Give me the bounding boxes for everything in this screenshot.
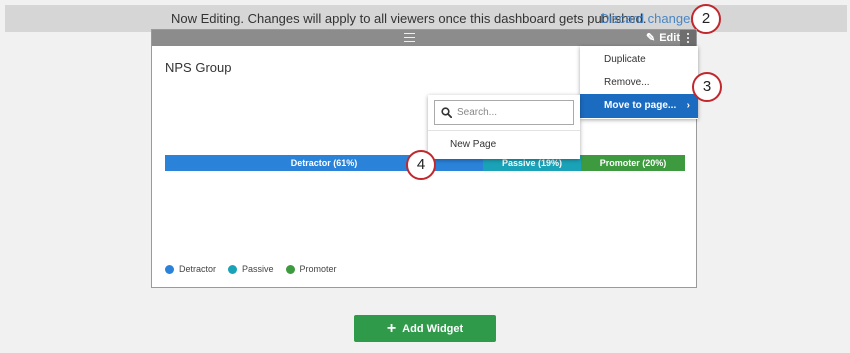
submenu-divider <box>428 130 580 131</box>
legend-label: Promoter <box>299 264 337 274</box>
legend-item-detractor: Detractor <box>165 264 216 274</box>
widget-header: ✎ Edit <box>152 30 696 46</box>
more-options-icon[interactable] <box>680 30 696 46</box>
menu-item-duplicate[interactable]: Duplicate <box>580 48 698 72</box>
pencil-icon: ✎ <box>646 32 656 44</box>
promoter-dot-icon <box>285 264 295 274</box>
widget-context-menu: Duplicate Remove... Move to page... › <box>580 46 698 119</box>
submenu-item-new-page[interactable]: New Page <box>450 139 496 150</box>
legend: Detractor Passive Promoter <box>165 264 337 274</box>
detractor-dot-icon <box>165 264 174 274</box>
search-icon <box>441 107 452 118</box>
menu-item-move-to-page[interactable]: Move to page... › <box>580 94 698 118</box>
drag-handle-icon[interactable] <box>404 33 415 45</box>
editing-message: Now Editing. Changes will apply to all v… <box>171 11 647 26</box>
page-search-input[interactable] <box>457 104 567 121</box>
edit-label: Edit <box>659 32 680 44</box>
page-search-box[interactable] <box>434 100 574 125</box>
passive-dot-icon <box>228 264 238 274</box>
menu-item-remove[interactable]: Remove... <box>580 71 698 95</box>
move-to-page-label: Move to page... <box>604 100 677 111</box>
widget-title: NPS Group <box>165 60 232 75</box>
chevron-right-icon: › <box>686 100 690 111</box>
callout-4: 4 <box>406 150 436 180</box>
add-widget-button[interactable]: + Add Widget <box>354 315 496 342</box>
legend-label: Detractor <box>179 264 217 274</box>
legend-item-promoter: Promoter <box>285 264 337 274</box>
promoter-segment: Promoter (20%) <box>581 155 685 171</box>
discard-changes-link[interactable]: Discard changes? <box>600 11 704 26</box>
legend-item-passive: Passive <box>228 264 274 274</box>
callout-3: 3 <box>692 72 722 102</box>
plus-icon: + <box>386 320 397 337</box>
legend-label: Passive <box>242 264 274 274</box>
edit-button[interactable]: ✎ Edit <box>646 31 680 44</box>
move-to-page-submenu: New Page <box>428 95 580 159</box>
add-widget-label: Add Widget <box>402 323 464 335</box>
